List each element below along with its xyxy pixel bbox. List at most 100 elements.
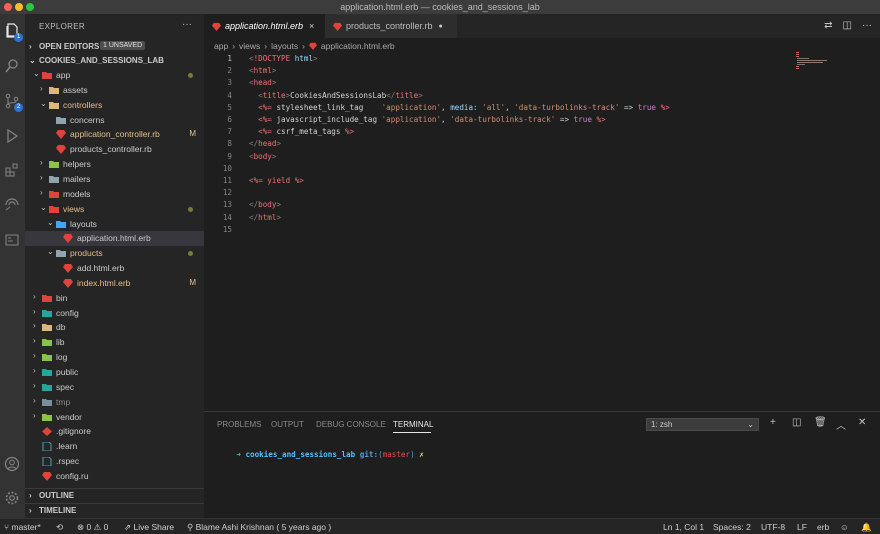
terminal-select[interactable]: 1: zsh ⌄ <box>646 418 759 431</box>
ruby-file-icon <box>56 145 66 155</box>
tree-item-views[interactable]: ⌄ views <box>25 202 204 217</box>
problems-status[interactable]: ⊗ 0 ⚠ 0 <box>77 522 108 533</box>
tree-item-application-html-erb[interactable]: application.html.erb <box>25 231 204 247</box>
code-line: <!DOCTYPE html> <box>249 54 318 63</box>
tree-item-config-ru[interactable]: config.ru <box>25 469 204 484</box>
tree-item-learn[interactable]: .learn <box>25 439 204 454</box>
tree-item-assets[interactable]: › assets <box>25 83 204 98</box>
sync-icon[interactable]: ⟲ <box>56 522 63 533</box>
more-actions-icon[interactable]: ··· <box>862 20 872 31</box>
tree-item-config[interactable]: › config <box>25 306 204 321</box>
tree-item-models[interactable]: › models <box>25 187 204 202</box>
tree-item-layouts[interactable]: ⌄ layouts <box>25 217 204 232</box>
split-terminal-icon[interactable]: ◫ <box>792 417 801 428</box>
chevron-right-icon: › <box>29 42 32 51</box>
tree-item-products-controller-rb[interactable]: products_controller.rb <box>25 142 204 157</box>
tree-item-mailers[interactable]: › mailers <box>25 172 204 187</box>
explorer-more-button[interactable]: ··· <box>182 19 192 30</box>
split-editor-icon[interactable]: ◫ <box>843 20 852 31</box>
tree-item-controllers[interactable]: ⌄ controllers <box>25 98 204 113</box>
activity-bar: 1 2 <box>0 14 25 518</box>
tree-item-label: application.html.erb <box>77 233 151 244</box>
run-debug-icon[interactable] <box>3 127 21 145</box>
tree-item-tmp[interactable]: › tmp <box>25 395 204 410</box>
tab-products-controller-rb[interactable]: products_controller.rb ● <box>325 14 457 38</box>
tree-item-products[interactable]: ⌄ products <box>25 246 204 261</box>
code-token: 'data-turbolinks-track' <box>514 102 620 112</box>
chevron-right-icon: › <box>33 410 36 420</box>
tree-item-public[interactable]: › public <box>25 365 204 380</box>
settings-gear-icon[interactable] <box>3 489 21 507</box>
breadcrumb-item[interactable]: application.html.erb <box>321 41 395 51</box>
timeline-section[interactable]: › TIMELINE <box>25 503 204 517</box>
tree-item-rspec[interactable]: .rspec <box>25 454 204 469</box>
extensions-icon[interactable] <box>3 161 21 179</box>
chevron-down-icon: ⌄ <box>47 217 54 227</box>
remote-explorer-icon[interactable] <box>3 196 21 214</box>
breadcrumb-item[interactable]: app <box>214 41 228 51</box>
tree-item-application-controller-rb[interactable]: application_controller.rb M <box>25 127 204 142</box>
tab-output[interactable]: OUTPUT <box>271 420 304 429</box>
maximize-panel-icon[interactable]: ︿ <box>836 417 846 432</box>
tree-item-label: concerns <box>70 114 105 125</box>
eol-status[interactable]: LF <box>797 522 807 532</box>
line-number: 14 <box>222 212 232 222</box>
tree-item-helpers[interactable]: › helpers <box>25 157 204 172</box>
feedback-icon[interactable]: ☺ <box>840 522 849 532</box>
indentation-status[interactable]: Spaces: 2 <box>713 522 751 532</box>
warning-count: 0 <box>103 522 109 532</box>
tree-item-label: mailers <box>63 173 91 184</box>
unsaved-dot-icon[interactable]: ● <box>439 23 443 30</box>
code-line: <body> <box>249 152 276 161</box>
tree-item-label: tmp <box>56 396 71 407</box>
tree-item-lib[interactable]: › lib <box>25 335 204 350</box>
tab-close-icon[interactable]: × <box>309 21 314 31</box>
tree-item-bin[interactable]: › bin <box>25 291 204 306</box>
live-share-button[interactable]: ⇗ Live Share <box>124 522 174 533</box>
minimap[interactable] <box>796 52 830 72</box>
account-icon[interactable] <box>3 455 21 473</box>
language-mode[interactable]: erb <box>817 522 829 532</box>
tree-item-spec[interactable]: › spec <box>25 380 204 395</box>
tree-item-label: .learn <box>56 441 78 452</box>
tree-item-add-html-erb[interactable]: add.html.erb <box>25 261 204 276</box>
project-section[interactable]: ⌄ COOKIES_AND_SESSIONS_LAB <box>25 54 204 68</box>
new-terminal-icon[interactable]: + <box>770 417 776 428</box>
explorer-icon[interactable]: 1 <box>3 22 23 42</box>
code-token: stylesheet_link_tag <box>271 102 382 112</box>
open-changes-icon[interactable]: ⇄ <box>824 20 832 31</box>
breadcrumb-item[interactable]: views <box>239 41 260 51</box>
tree-item-index-html-erb[interactable]: index.html.erb M <box>25 276 204 291</box>
folder-open-icon <box>56 250 66 258</box>
source-control-icon[interactable]: 2 <box>3 92 23 112</box>
git-blame-status[interactable]: ⚲ Blame Ashi Krishnan ( 5 years ago ) <box>187 522 331 533</box>
notifications-icon[interactable]: 🔔 <box>861 522 872 533</box>
tab-problems[interactable]: PROBLEMS <box>217 420 261 429</box>
tab-debug-console[interactable]: DEBUG CONSOLE <box>316 420 386 429</box>
search-icon[interactable] <box>3 57 21 75</box>
tab-application-html-erb[interactable]: application.html.erb × <box>204 14 325 38</box>
testing-icon[interactable] <box>3 231 21 249</box>
tree-item-gitignore[interactable]: .gitignore <box>25 424 204 439</box>
code-editor[interactable]: 1 <!DOCTYPE html> 2 <html> 3 <head> 4 <title>C… <box>204 52 880 410</box>
tab-terminal[interactable]: TERMINAL <box>393 420 433 429</box>
kill-terminal-icon[interactable]: 🗑 <box>814 417 827 428</box>
tree-item-db[interactable]: › db <box>25 320 204 335</box>
terminal-prompt[interactable]: ➜ cookies_and_sessions_lab git:(master) … <box>218 441 424 468</box>
branch-name: master* <box>11 522 41 532</box>
breadcrumb-item[interactable]: layouts <box>271 41 298 51</box>
tree-item-vendor[interactable]: › vendor <box>25 410 204 425</box>
tree-item-log[interactable]: › log <box>25 350 204 365</box>
branch-status[interactable]: ⑂ master* <box>4 522 41 532</box>
chevron-down-icon: ⌄ <box>47 247 54 257</box>
tree-item-label: log <box>56 352 68 363</box>
outline-section[interactable]: › OUTLINE <box>25 488 204 502</box>
tree-item-label: bin <box>56 292 68 303</box>
code-token: </ <box>249 212 259 222</box>
encoding-status[interactable]: UTF-8 <box>761 522 785 532</box>
close-panel-icon[interactable]: ✕ <box>858 417 866 428</box>
cursor-position[interactable]: Ln 1, Col 1 <box>663 522 704 532</box>
tree-item-app[interactable]: ⌄ app <box>25 68 204 83</box>
open-editors-section[interactable]: › OPEN EDITORS 1 UNSAVED <box>25 40 204 54</box>
tree-item-concerns[interactable]: concerns <box>25 113 204 128</box>
